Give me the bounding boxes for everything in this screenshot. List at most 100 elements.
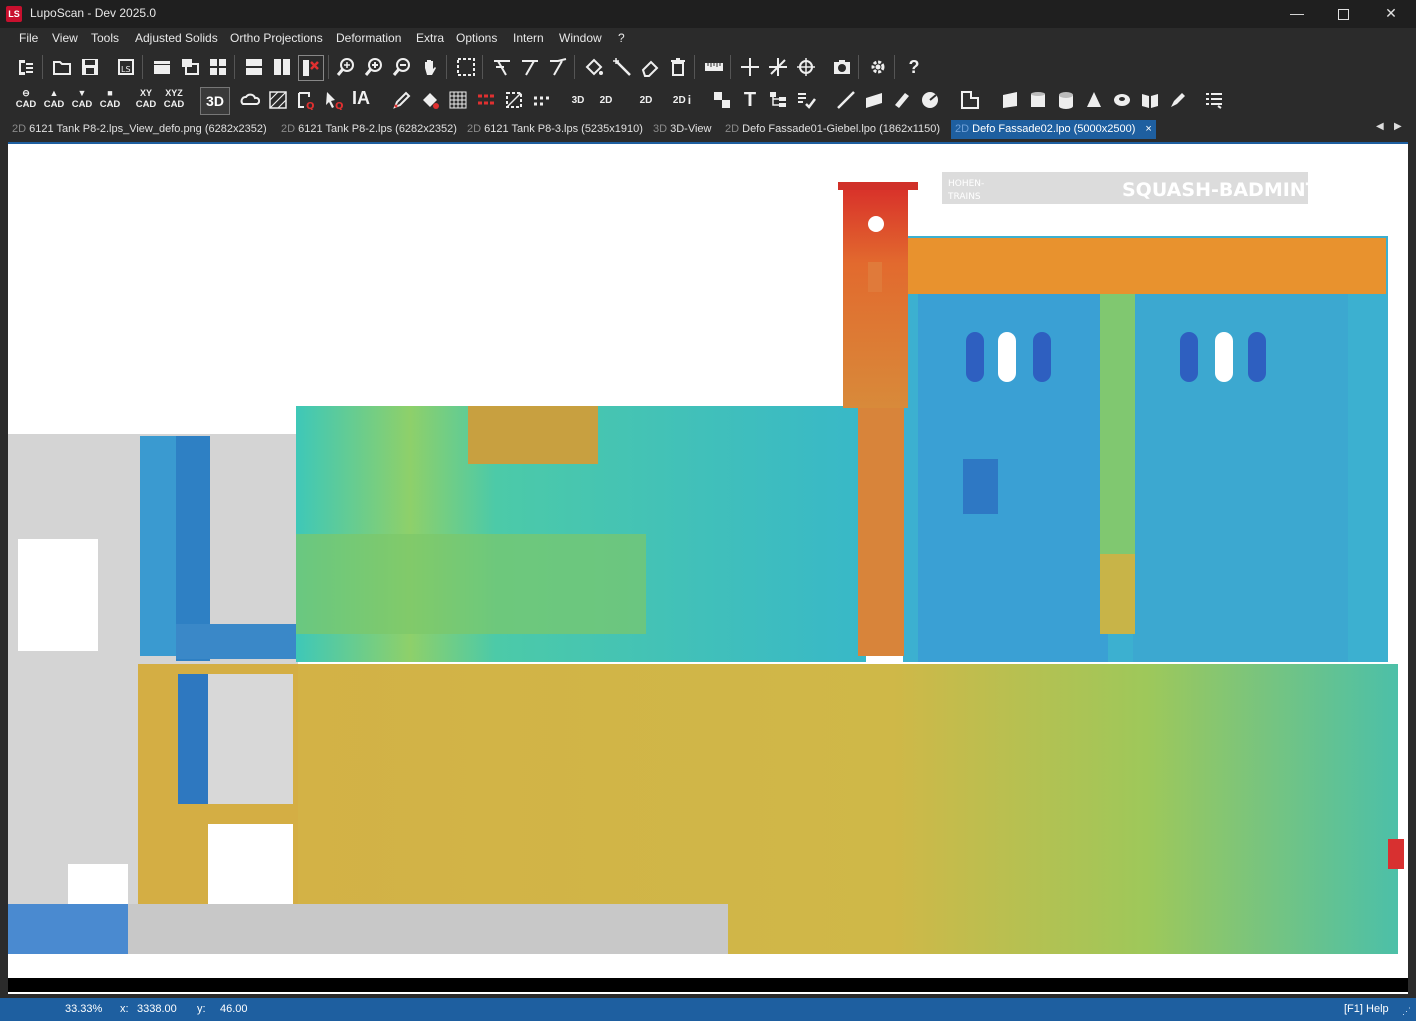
sphere-tool-icon[interactable]: [918, 88, 942, 112]
xy-cad-button[interactable]: XY CAD: [133, 88, 159, 114]
cad-up-button[interactable]: ▲ CAD: [41, 88, 67, 114]
measure-pen-icon[interactable]: [390, 88, 414, 112]
ruler-icon[interactable]: [702, 55, 726, 79]
cad-export-button[interactable]: ■ CAD: [97, 88, 123, 114]
curve-tool-3-icon[interactable]: [546, 55, 570, 79]
plane-tool-icon[interactable]: [862, 88, 886, 112]
floor-plan-icon[interactable]: [958, 88, 982, 112]
tab-defo-fassade02[interactable]: 2D Defo Fassade02.lpo (5000x2500) ×: [951, 120, 1156, 139]
menu-window[interactable]: Window: [559, 31, 602, 45]
cascade-windows-icon[interactable]: [178, 55, 202, 79]
dots-line-icon[interactable]: [530, 88, 554, 112]
cursor-q-icon[interactable]: Q: [322, 88, 346, 112]
point-cloud-icon[interactable]: [238, 88, 262, 112]
select-q-icon[interactable]: Q: [294, 88, 318, 112]
deformation-viewport[interactable]: SQUASH-BADMINTON HOHEN- TRAINS: [8, 142, 1408, 994]
solid-brush-icon[interactable]: [1166, 88, 1190, 112]
curve-tool-1-icon[interactable]: [490, 55, 514, 79]
two-d-point-button[interactable]: 2D: [634, 88, 658, 112]
select-rectangle-icon[interactable]: [454, 55, 478, 79]
split-horizontal-icon[interactable]: [242, 55, 266, 79]
project-tree-icon[interactable]: [14, 55, 38, 79]
menu-deformation[interactable]: Deformation: [336, 31, 401, 45]
eraser-icon[interactable]: [638, 55, 662, 79]
cylinder-tool-icon[interactable]: [890, 88, 914, 112]
box-icon: ■: [107, 88, 113, 98]
solid-cylinder-icon[interactable]: [1054, 88, 1078, 112]
dotted-grid-icon[interactable]: [474, 88, 498, 112]
menu-extra[interactable]: Extra: [416, 31, 444, 45]
xyz-cad-button[interactable]: XYZ CAD: [161, 88, 187, 114]
target-icon[interactable]: [794, 55, 818, 79]
line-tool-icon[interactable]: [834, 88, 858, 112]
document-tab-bar: 2D 6121 Tank P8-2.lps_View_defo.png (628…: [0, 118, 1416, 140]
svg-text:LS: LS: [121, 65, 131, 74]
checklist-icon[interactable]: [794, 88, 818, 112]
minimize-button[interactable]: —: [1274, 0, 1320, 28]
settings-gear-icon[interactable]: [866, 55, 890, 79]
dashed-box-icon[interactable]: [502, 88, 526, 112]
tab-tank-p8-2-view-defo[interactable]: 2D 6121 Tank P8-2.lps_View_defo.png (628…: [8, 120, 271, 139]
resize-grip-icon[interactable]: ⋰: [1402, 1006, 1411, 1017]
magic-wand-icon[interactable]: [610, 55, 634, 79]
save-ls-icon[interactable]: LS: [114, 55, 138, 79]
cad-import-button[interactable]: ⊖ CAD: [13, 88, 39, 114]
tab-tank-p8-2[interactable]: 2D 6121 Tank P8-2.lps (6282x2352): [277, 120, 461, 139]
close-window-button[interactable]: ✕: [1368, 0, 1414, 28]
open-folder-icon[interactable]: [50, 55, 74, 79]
split-vertical-icon[interactable]: [270, 55, 294, 79]
save-icon[interactable]: [78, 55, 102, 79]
mesh-grid-icon[interactable]: [266, 88, 290, 112]
zoom-in-icon[interactable]: [362, 55, 386, 79]
solid-cone-icon[interactable]: [1082, 88, 1106, 112]
camera-icon[interactable]: [830, 55, 854, 79]
text-tool-icon[interactable]: T: [738, 88, 762, 112]
delete-icon[interactable]: [666, 55, 690, 79]
svg-text:Q: Q: [306, 101, 315, 110]
intersection-icon[interactable]: [766, 55, 790, 79]
two-d-info-button[interactable]: 2D i: [670, 88, 694, 112]
title-bar: LS LupoScan - Dev 2025.0 — ✕: [0, 0, 1416, 28]
checker-icon[interactable]: [710, 88, 734, 112]
tab-tank-p8-3[interactable]: 2D 6121 Tank P8-3.lps (5235x1910): [463, 120, 647, 139]
tree-structure-icon[interactable]: [766, 88, 790, 112]
two-d-export-button[interactable]: 2D: [594, 88, 618, 112]
curve-tool-2-icon[interactable]: [518, 55, 542, 79]
tile-windows-icon[interactable]: [206, 55, 230, 79]
menu-ortho-projections[interactable]: Ortho Projections: [230, 31, 323, 45]
pan-hand-icon[interactable]: [418, 55, 442, 79]
solid-wall-icon[interactable]: [998, 88, 1022, 112]
viewport-bottom-border: [8, 978, 1408, 992]
three-d-toggle-button[interactable]: 3D: [200, 87, 230, 115]
tab-scroll-right-icon[interactable]: ▶: [1394, 121, 1402, 132]
maximize-button[interactable]: [1320, 0, 1366, 28]
menu-view[interactable]: View: [52, 31, 78, 45]
menu-adjusted-solids[interactable]: Adjusted Solids: [135, 31, 218, 45]
raster-grid-icon[interactable]: [446, 88, 470, 112]
zoom-fit-icon[interactable]: [334, 55, 358, 79]
list-properties-icon[interactable]: [1202, 88, 1226, 112]
menu-intern[interactable]: Intern: [513, 31, 544, 45]
three-d-export-button[interactable]: 3D: [566, 88, 590, 112]
zoom-out-icon[interactable]: [390, 55, 414, 79]
close-split-icon[interactable]: [298, 55, 324, 81]
solid-box-icon[interactable]: [1026, 88, 1050, 112]
paint-bucket-icon[interactable]: [582, 55, 606, 79]
cad-down-button[interactable]: ▼ CAD: [69, 88, 95, 114]
folder-view-icon[interactable]: [150, 55, 174, 79]
tab-close-icon[interactable]: ×: [1145, 123, 1151, 135]
tab-scroll-left-icon[interactable]: ◀: [1376, 121, 1384, 132]
help-question-icon[interactable]: ?: [902, 55, 926, 79]
menu-help[interactable]: ?: [618, 31, 625, 45]
secondary-toolbar: ⊖ CAD ▲ CAD ▼ CAD ■ CAD XY CAD XYZ CAD 3D Q Q …: [0, 84, 1416, 116]
menu-file[interactable]: File: [19, 31, 38, 45]
ia-button[interactable]: IA: [352, 88, 370, 109]
solid-torus-icon[interactable]: [1110, 88, 1134, 112]
fill-color-icon[interactable]: [418, 88, 442, 112]
tab-3d-view[interactable]: 3D 3D-View: [649, 120, 716, 139]
menu-tools[interactable]: Tools: [91, 31, 119, 45]
crosshair-icon[interactable]: [738, 55, 762, 79]
solid-open-book-icon[interactable]: [1138, 88, 1162, 112]
tab-defo-fassade01-giebel[interactable]: 2D Defo Fassade01-Giebel.lpo (1862x1150): [721, 120, 944, 139]
menu-options[interactable]: Options: [456, 31, 497, 45]
